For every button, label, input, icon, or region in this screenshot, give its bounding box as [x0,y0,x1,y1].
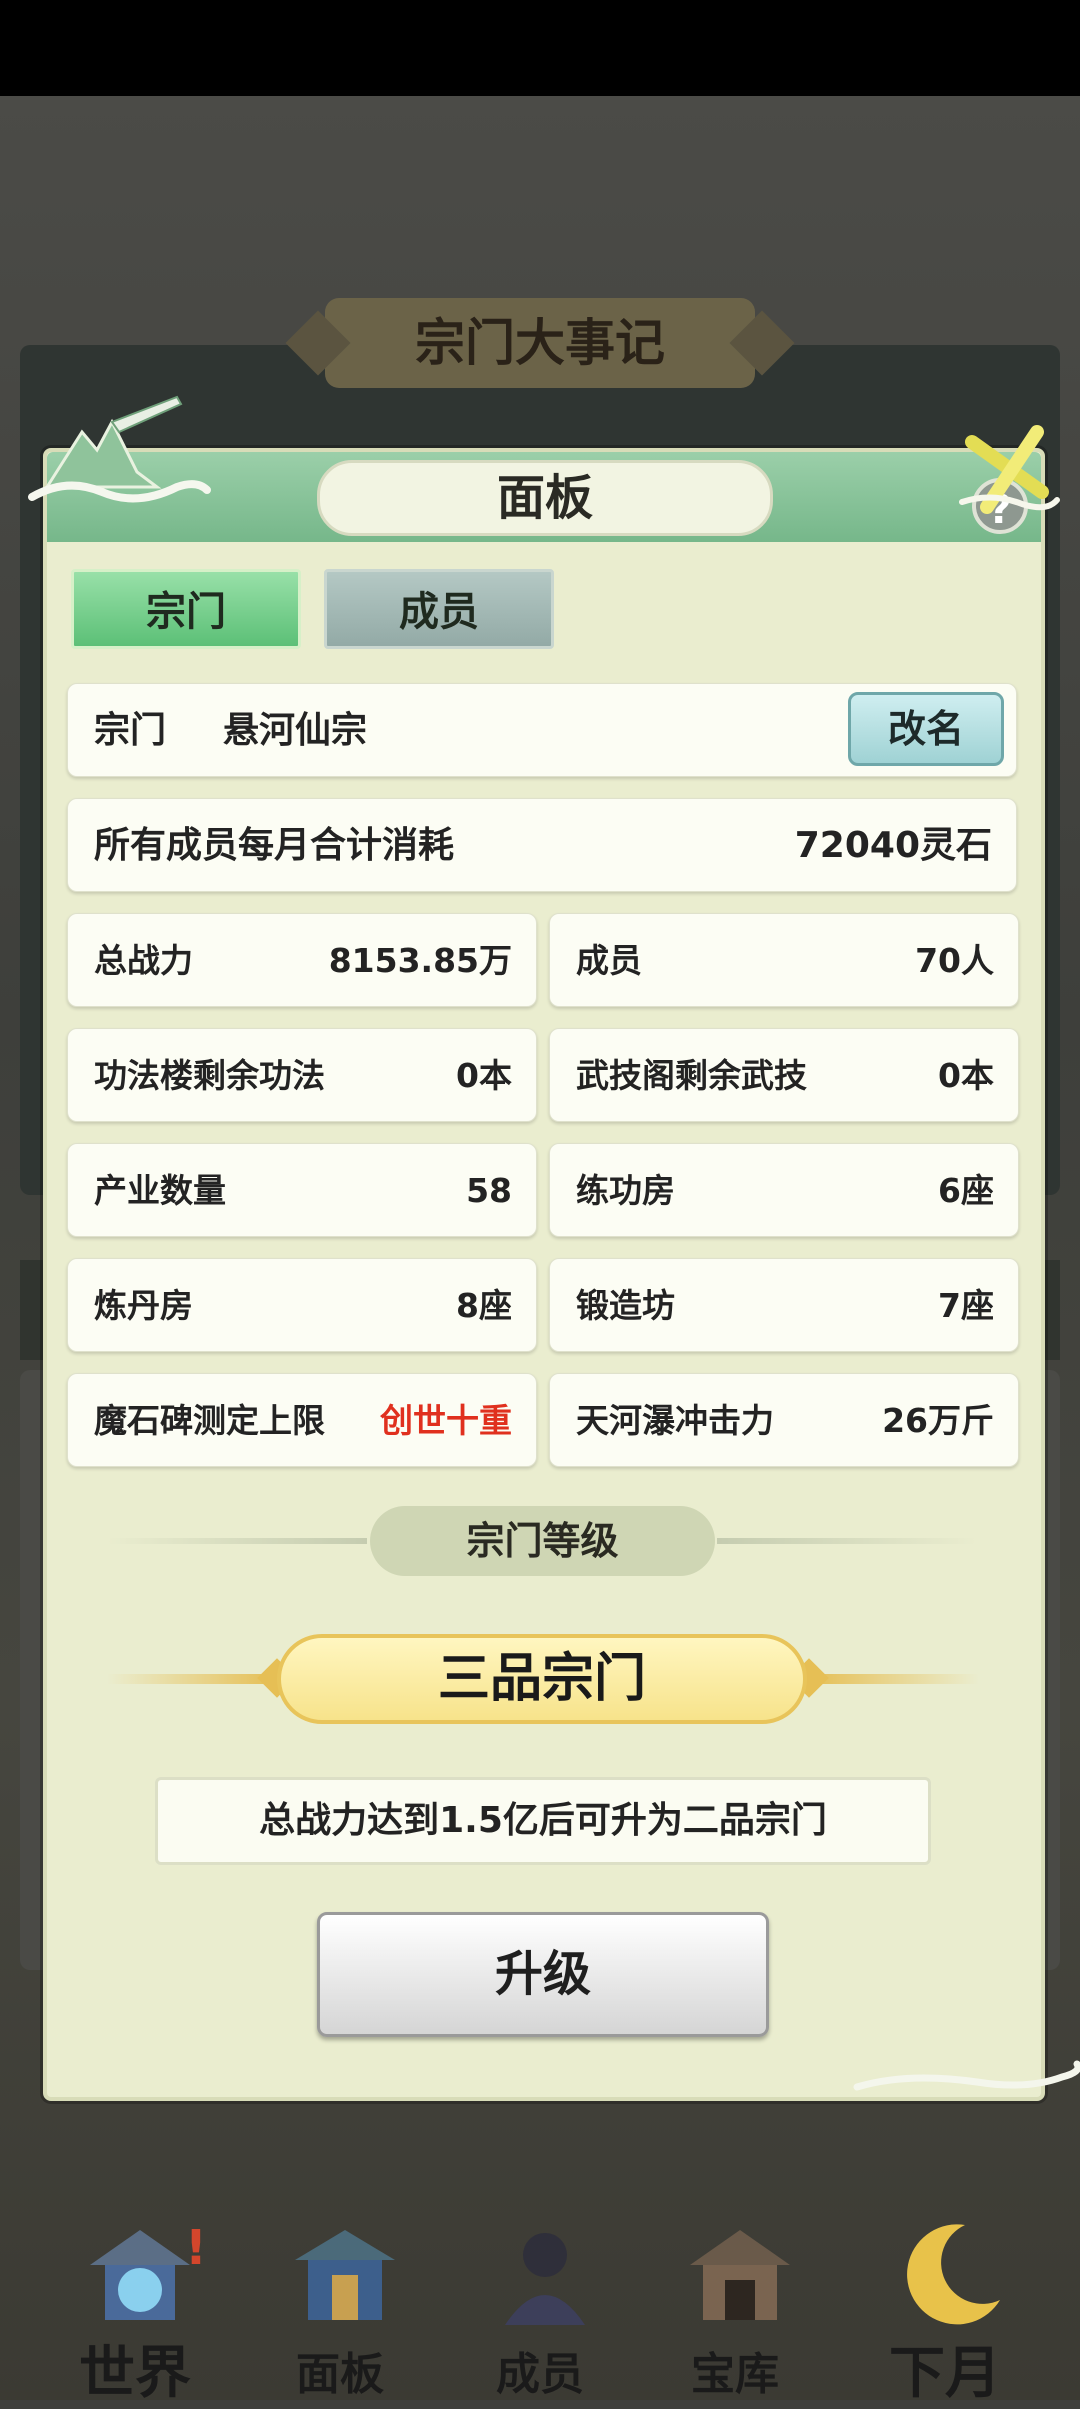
stat-industry-count: 产业数量 58 [67,1143,537,1237]
stat-label: 魔石碑测定上限 [94,1401,325,1440]
nav-label: 世界 [79,2340,191,2406]
rank-wing-left [107,1674,277,1684]
monthly-cost-label: 所有成员每月合计消耗 [94,825,455,866]
next-month-icon [907,2224,1000,2325]
stat-waterfall-impact: 天河瀑冲击力 26万斤 [549,1373,1019,1467]
stat-total-power: 总战力 8153.85万 [67,913,537,1007]
rank-wing-right [809,1674,979,1684]
nav-label: 下月 [889,2340,1001,2406]
stat-label: 炼丹房 [94,1286,193,1325]
stat-technique-library: 功法楼剩余功法 0本 [67,1028,537,1122]
stat-training-room: 练功房 6座 [549,1143,1019,1237]
nav-item-members[interactable]: 成员 [440,2210,640,2400]
rename-button[interactable]: 改名 [848,692,1004,766]
nav-item-next-month[interactable]: 下月 [845,2210,1045,2406]
upgrade-button[interactable]: 升级 [317,1912,769,2037]
tab-sect[interactable]: 宗门 [71,569,301,649]
mountain-sword-icon [28,395,211,503]
stat-value: 6座 [938,1171,994,1210]
nav-label: 面板 [296,2349,384,2400]
panel-dialog: 面板 ? 宗门 成员 宗门 悬河仙宗 改名 所有成员每月合计消耗 72040灵石… [28,395,1080,2101]
stat-martial-pavilion: 武技阁剩余武技 0本 [549,1028,1019,1122]
stat-value: 26万斤 [882,1401,994,1440]
treasury-icon [690,2230,790,2320]
sect-rank-badge: 三品宗门 [277,1634,807,1724]
stat-value: 0本 [456,1056,512,1095]
stat-label: 总战力 [94,941,193,980]
panel-icon [295,2230,395,2320]
stat-value: 7座 [938,1286,994,1325]
upgrade-hint: 总战力达到1.5亿后可升为二品宗门 [155,1777,931,1865]
level-divider-right [717,1538,977,1544]
monthly-cost-value: 72040灵石 [794,825,992,866]
stat-value: 58 [466,1171,512,1210]
stat-value: 创世十重 [380,1401,512,1440]
stat-value: 70人 [915,941,994,980]
level-divider-left [107,1538,367,1544]
level-section-label: 宗门等级 [370,1506,715,1576]
monthly-cost-row: 所有成员每月合计消耗 72040灵石 [67,798,1017,892]
event-log-title: 宗门大事记 [325,298,755,388]
stat-label: 武技阁剩余武技 [576,1056,807,1095]
stat-magic-stone-limit: 魔石碑测定上限 创世十重 [67,1373,537,1467]
close-icon[interactable] [952,412,1062,522]
cloud-icon [853,2060,1080,2091]
nav-label: 成员 [496,2349,584,2400]
nav-label: 宝库 [691,2349,779,2400]
stat-label: 产业数量 [94,1171,226,1210]
alert-badge: ! [185,2220,207,2276]
panel-title: 面板 [496,470,593,526]
nav-item-treasury[interactable]: 宝库 [635,2210,835,2400]
bottom-nav: ! 世界 面板 成员 宝库 下月 [0,2210,1080,2406]
stat-label: 成员 [576,941,642,980]
stat-label: 练功房 [576,1171,675,1210]
stat-label: 锻造坊 [576,1286,675,1325]
status-bar [0,0,1080,96]
stat-members: 成员 70人 [549,913,1019,1007]
stat-value: 8153.85万 [328,941,512,980]
sect-name: 悬河仙宗 [223,710,368,751]
sect-label: 宗门 [94,710,167,751]
stat-label: 功法楼剩余功法 [94,1056,325,1095]
stat-value: 8座 [456,1286,512,1325]
stat-value: 0本 [938,1056,994,1095]
nav-item-world[interactable]: ! 世界 [35,2210,235,2406]
stat-alchemy-room: 炼丹房 8座 [67,1258,537,1352]
members-icon [505,2233,585,2325]
nav-item-panel[interactable]: 面板 [240,2210,440,2400]
stat-forge: 锻造坊 7座 [549,1258,1019,1352]
panel-title-pill: 面板 ? [317,460,1028,536]
stat-label: 天河瀑冲击力 [576,1401,774,1440]
sect-name-row: 宗门 悬河仙宗 改名 [67,683,1017,777]
tab-members[interactable]: 成员 [324,569,554,649]
